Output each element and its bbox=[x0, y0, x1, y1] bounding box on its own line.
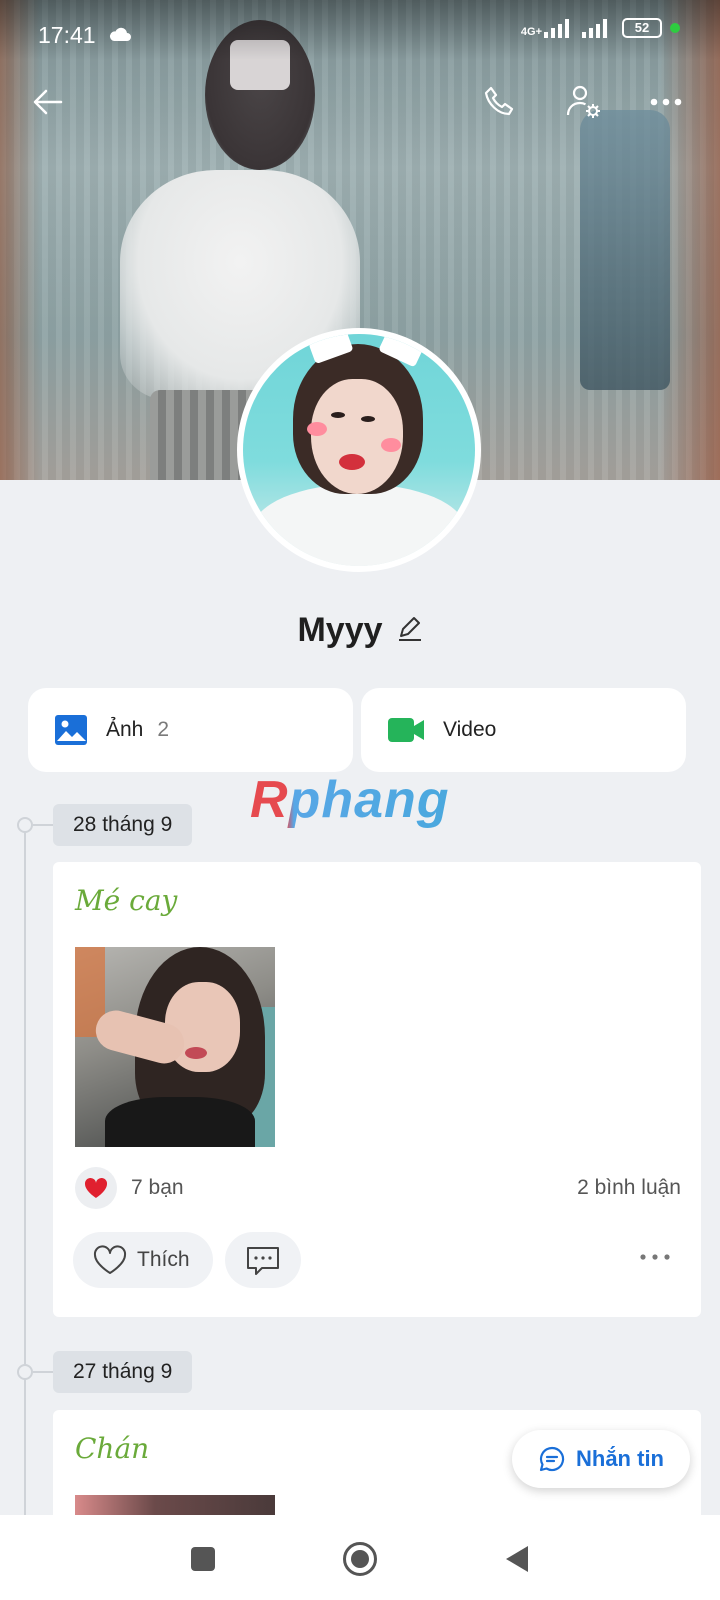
profile-settings-button[interactable] bbox=[562, 80, 606, 124]
edit-name-button[interactable] bbox=[397, 614, 423, 647]
timeline-tick bbox=[33, 1371, 53, 1373]
charging-dot-icon bbox=[670, 23, 680, 33]
videos-label: Video bbox=[443, 718, 497, 741]
avatar-blush bbox=[381, 438, 401, 452]
circle-icon bbox=[343, 1542, 377, 1576]
network-indicator: 4G+ bbox=[521, 18, 574, 38]
watermark: Rphang bbox=[250, 771, 450, 829]
more-horizontal-icon bbox=[650, 98, 682, 106]
post-photo-top bbox=[105, 1097, 255, 1147]
recent-apps-button[interactable] bbox=[181, 1537, 225, 1581]
call-button[interactable] bbox=[478, 80, 522, 124]
post-text: Chán bbox=[75, 1432, 150, 1465]
battery-icon: 52 bbox=[622, 18, 662, 38]
send-message-button[interactable]: Nhắn tin bbox=[512, 1430, 690, 1488]
send-message-label: Nhắn tin bbox=[576, 1446, 664, 1471]
square-icon bbox=[191, 1547, 215, 1571]
timeline-dot bbox=[17, 817, 33, 833]
profile-name-row: Myyy bbox=[0, 608, 720, 652]
reaction-count[interactable]: 7 bạn bbox=[131, 1176, 184, 1200]
photos-card[interactable]: Ảnh 2 bbox=[28, 688, 353, 772]
top-toolbar bbox=[0, 80, 720, 130]
avatar-eye bbox=[331, 412, 345, 418]
chat-bubble-icon bbox=[539, 1446, 565, 1472]
heart-outline-icon bbox=[93, 1245, 127, 1274]
heart-filled-icon bbox=[84, 1177, 108, 1198]
photos-count: 2 bbox=[157, 718, 170, 741]
back-nav-button[interactable] bbox=[495, 1537, 539, 1581]
photos-label: Ảnh bbox=[106, 718, 144, 741]
phone-icon bbox=[484, 86, 514, 116]
triangle-back-icon bbox=[506, 1546, 528, 1572]
profile-name: Myyy bbox=[297, 610, 383, 649]
timeline-dot bbox=[17, 1364, 33, 1380]
system-nav-bar bbox=[0, 1515, 720, 1600]
image-icon bbox=[55, 715, 87, 745]
comment-icon bbox=[247, 1247, 279, 1275]
post-date-chip: 28 tháng 9 bbox=[53, 804, 193, 846]
more-horizontal-icon bbox=[640, 1254, 670, 1260]
like-label: Thích bbox=[137, 1248, 190, 1271]
reaction-row: 7 bạn 2 bình luận bbox=[75, 1166, 681, 1210]
comment-button[interactable] bbox=[225, 1232, 301, 1288]
timeline-line bbox=[24, 825, 26, 1515]
post-card[interactable]: Mé cay 7 bạn 2 bình luận Thích bbox=[53, 862, 701, 1317]
user-settings-icon bbox=[566, 85, 600, 118]
status-bar: 17:41 4G+ 52 bbox=[0, 0, 720, 60]
arrow-left-icon bbox=[33, 89, 63, 115]
post-photo-lips bbox=[185, 1047, 207, 1059]
status-time: 17:41 bbox=[38, 22, 96, 48]
reaction-badge[interactable] bbox=[75, 1167, 117, 1209]
avatar-face bbox=[311, 379, 403, 494]
avatar-shirt bbox=[253, 484, 465, 566]
cloud-icon bbox=[108, 22, 132, 48]
comment-count[interactable]: 2 bình luận bbox=[577, 1176, 681, 1200]
post-actions: Thích bbox=[73, 1232, 683, 1288]
post-more-button[interactable] bbox=[639, 1248, 671, 1266]
pencil-icon bbox=[398, 616, 421, 641]
network-label: 4G+ bbox=[520, 26, 542, 38]
avatar[interactable] bbox=[237, 328, 481, 572]
back-button[interactable] bbox=[26, 80, 70, 124]
videos-card[interactable]: Video bbox=[361, 688, 686, 772]
post-photo[interactable] bbox=[75, 947, 275, 1147]
more-options-button[interactable] bbox=[644, 80, 688, 124]
avatar-blush bbox=[307, 422, 327, 436]
post-text: Mé cay bbox=[75, 884, 178, 917]
signal-icon bbox=[582, 19, 607, 38]
video-camera-icon bbox=[388, 718, 424, 742]
avatar-lips bbox=[339, 454, 365, 470]
avatar-eye bbox=[361, 416, 375, 422]
avatar-image bbox=[243, 334, 475, 566]
signal-icon bbox=[544, 19, 569, 38]
like-button[interactable]: Thích bbox=[73, 1232, 213, 1288]
cover-clothes bbox=[580, 110, 670, 390]
home-button[interactable] bbox=[338, 1537, 382, 1581]
status-indicators: 4G+ 52 bbox=[521, 18, 680, 38]
post-date-chip: 27 tháng 9 bbox=[53, 1351, 193, 1393]
timeline-tick bbox=[33, 824, 53, 826]
